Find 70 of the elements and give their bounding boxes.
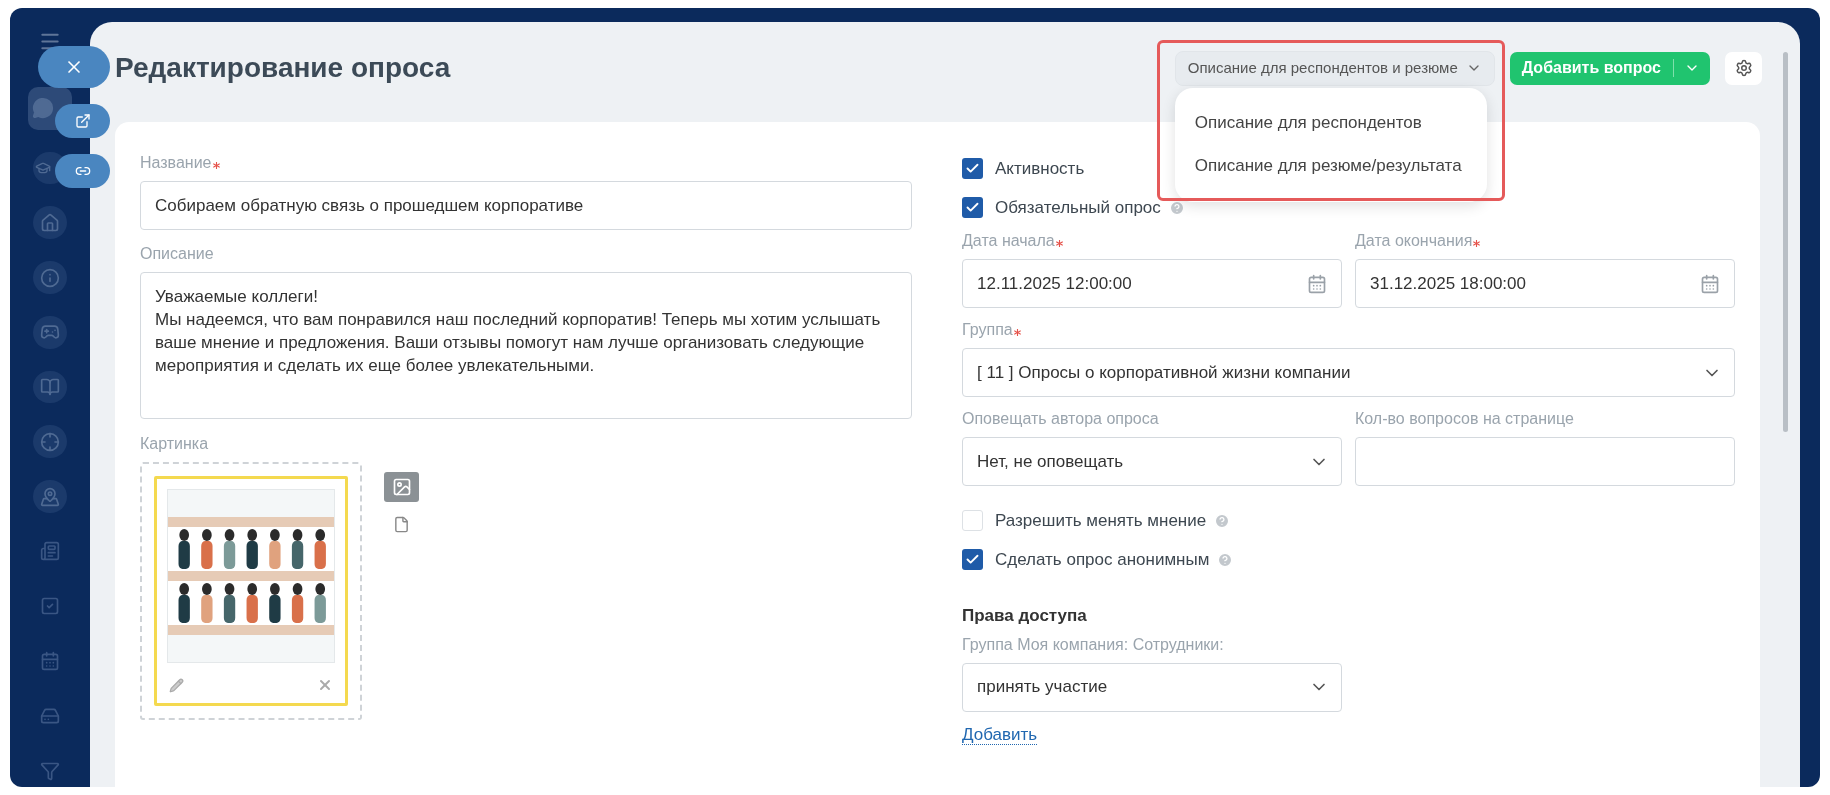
copy-link-button[interactable] bbox=[55, 154, 110, 188]
image-icon bbox=[391, 477, 412, 497]
field-label: Дата начала bbox=[962, 231, 1055, 251]
sidebar-item[interactable] bbox=[33, 370, 67, 404]
select-field[interactable]: Нет, не оповещать bbox=[962, 437, 1342, 486]
required-asterisk-icon bbox=[1013, 329, 1021, 336]
description-field[interactable]: Уважаемые коллеги! Мы надеемся, что вам понравился наш последний корпоратив! Теперь мы хотим услышать ваше мнение и предложения. Ваши отзывы помогут нам лучше организовать следующие мероприятия и сделать их еще более увлекательными. bbox=[140, 272, 912, 419]
close-icon[interactable] bbox=[317, 677, 333, 693]
add-link[interactable]: Добавить bbox=[962, 724, 1038, 745]
menu-item[interactable]: Описание для респондентов bbox=[1174, 101, 1487, 145]
image-drop-zone[interactable] bbox=[140, 462, 362, 720]
edit-icon[interactable] bbox=[169, 677, 184, 693]
field-label: Название bbox=[140, 153, 212, 173]
newspaper-icon bbox=[40, 541, 60, 562]
date-field[interactable]: 31.12.2025 18:00:00 bbox=[1355, 259, 1735, 308]
check-icon bbox=[965, 200, 980, 215]
settings-button[interactable] bbox=[1725, 51, 1762, 85]
info-icon bbox=[40, 267, 60, 288]
chat-icon[interactable] bbox=[32, 97, 54, 120]
calendar-icon[interactable] bbox=[1700, 273, 1720, 294]
sidebar-item[interactable] bbox=[33, 425, 67, 459]
checkbox-label: Активность bbox=[995, 157, 1085, 180]
text-field[interactable]: Собираем обратную связь о прошедшем корпоративе bbox=[140, 181, 912, 230]
field-label: Группа bbox=[962, 320, 1013, 340]
book-icon bbox=[40, 377, 60, 398]
sidebar-item[interactable] bbox=[33, 315, 67, 349]
checkbox[interactable] bbox=[962, 549, 983, 570]
page-title: Редактирование опроса bbox=[115, 51, 451, 85]
sidebar-item[interactable] bbox=[33, 206, 67, 240]
checkbox[interactable] bbox=[962, 510, 983, 531]
sidebar-item[interactable] bbox=[33, 480, 67, 514]
sidebar-item[interactable] bbox=[33, 261, 67, 294]
field-label: Группа Моя компания: Сотрудники: bbox=[962, 634, 1224, 655]
checkbox-label: Обязательный опрос bbox=[995, 196, 1161, 219]
help-icon bbox=[1214, 512, 1231, 529]
check-icon bbox=[965, 161, 980, 176]
menu-item[interactable]: Описание для резюме/результата bbox=[1174, 144, 1487, 188]
checkbox-label: Разрешить менять мнение bbox=[995, 509, 1207, 532]
target-icon bbox=[40, 431, 60, 452]
filter-icon bbox=[40, 760, 60, 781]
checkbox-icon bbox=[40, 596, 60, 617]
help-icon bbox=[1217, 551, 1234, 568]
required-asterisk-icon bbox=[1055, 240, 1063, 247]
close-button[interactable] bbox=[38, 46, 110, 88]
field-label: Картинка bbox=[140, 434, 209, 454]
required-asterisk-icon bbox=[212, 162, 220, 169]
checkbox-label: Сделать опрос анонимным bbox=[995, 548, 1210, 571]
map-pin-icon bbox=[40, 486, 60, 507]
open-external-button[interactable] bbox=[55, 104, 110, 138]
image-mode-button[interactable] bbox=[384, 472, 419, 502]
field-label: Дата окончания bbox=[1355, 231, 1473, 251]
external-link-icon bbox=[74, 113, 91, 129]
select-field[interactable]: [ 11 ] Опросы о корпоративной жизни компании bbox=[962, 348, 1735, 397]
calendar-icon bbox=[40, 651, 60, 671]
required-asterisk-icon bbox=[1473, 240, 1481, 247]
field-label: Описание bbox=[140, 244, 214, 264]
text-field[interactable] bbox=[1355, 437, 1735, 486]
description-mode-dropdown[interactable]: Описание для респондентов и резюме bbox=[1174, 50, 1495, 86]
checkbox[interactable] bbox=[962, 158, 983, 179]
section-title: Права доступа bbox=[962, 605, 1088, 627]
home-icon bbox=[40, 212, 60, 233]
calendar-icon[interactable] bbox=[1307, 273, 1327, 294]
file-icon[interactable] bbox=[393, 516, 410, 533]
select-field[interactable]: принять участие bbox=[962, 662, 1342, 712]
checkbox[interactable] bbox=[962, 197, 983, 218]
settings-icon bbox=[1734, 59, 1753, 77]
check-icon bbox=[965, 552, 980, 567]
field-label: Оповещать автора опроса bbox=[962, 409, 1159, 429]
date-field[interactable]: 12.11.2025 12:00:00 bbox=[962, 259, 1342, 308]
field-label: Кол-во вопросов на странице bbox=[1355, 409, 1574, 429]
